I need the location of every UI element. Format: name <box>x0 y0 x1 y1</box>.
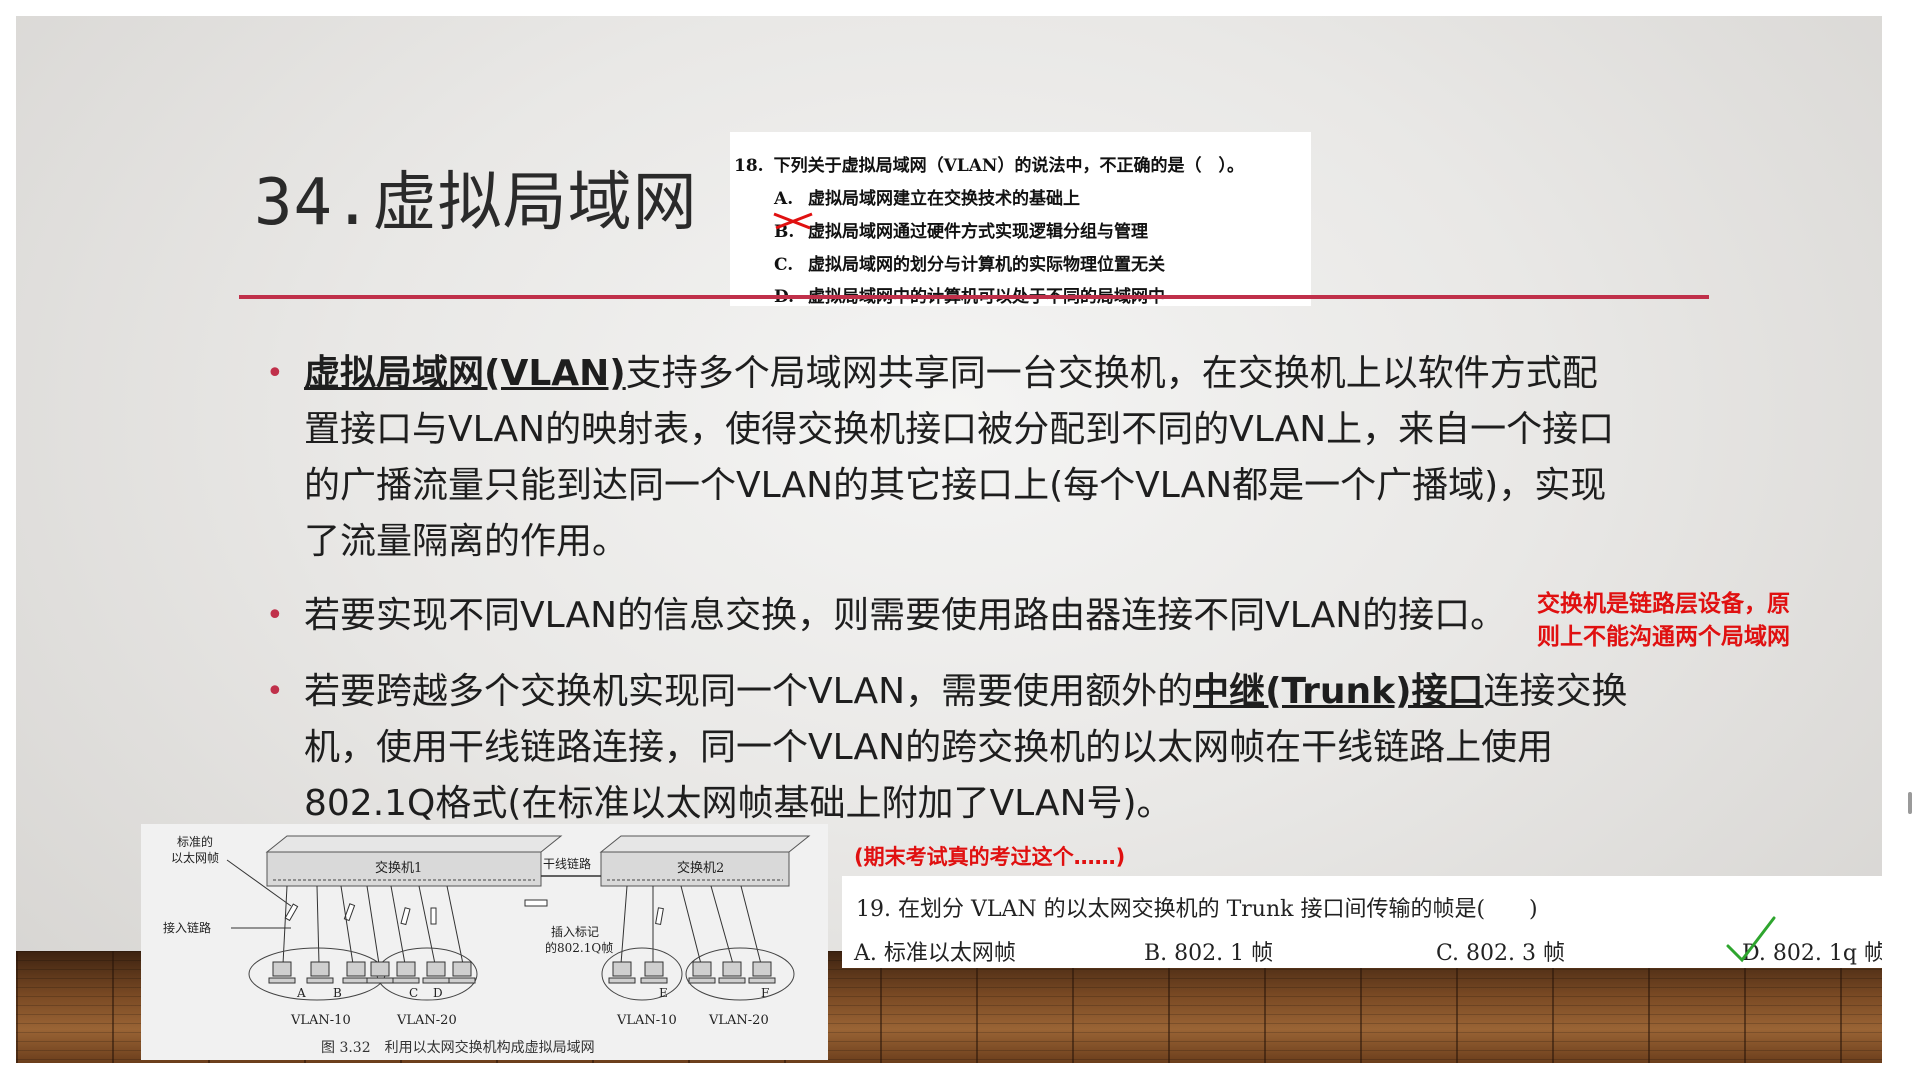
bullet-dot-icon: • <box>266 598 284 633</box>
bullet-vlan-definition: • 虚拟局域网(VLAN)支持多个局域网共享同一台交换机，在交换机上以软件方式配… <box>266 346 1706 570</box>
vlan-label-4: VLAN-20 <box>708 1013 769 1028</box>
title-divider <box>239 295 1709 299</box>
insert-tag-label-2: 的802.1Q帧 <box>545 940 613 955</box>
question-19-option-a: A. 标准以太网帧 <box>854 941 1016 966</box>
host-label-c: C <box>409 986 418 1000</box>
switch-2-top <box>599 835 811 853</box>
std-frame-label-1: 标准的 <box>177 834 213 849</box>
question-18-option-c: C. 虚拟局域网的划分与计算机的实际物理位置无关 <box>774 255 1165 275</box>
slide-title: 34.虚拟局域网 <box>254 166 698 240</box>
switch-1-label: 交换机1 <box>375 860 422 876</box>
bullet-trunk-interface: • 若要跨越多个交换机实现同一个VLAN，需要使用额外的中继(Trunk)接口连… <box>266 664 1706 832</box>
std-frame-label-2: 以太网帧 <box>171 850 219 865</box>
frame-icon <box>655 907 664 925</box>
question-19-option-b: B. 802. 1 帧 <box>1144 941 1274 966</box>
question-18-text: 下列关于虚拟局域网（VLAN）的说法中，不正确的是（ ）。 <box>773 156 1244 176</box>
trunk-link-label: 干线链路 <box>543 856 591 871</box>
access-link-label: 接入链路 <box>163 920 211 935</box>
host-label-d: D <box>433 986 443 1000</box>
switch-2-label: 交换机2 <box>677 860 724 876</box>
tagged-frame-icon <box>524 899 548 907</box>
question-19-option-c: C. 802. 3 帧 <box>1436 941 1566 966</box>
bullet-dot-icon: • <box>266 356 284 391</box>
question-18-option-a: A. 虚拟局域网建立在交换技术的基础上 <box>774 189 1080 209</box>
question-18-number: 18. <box>734 156 764 176</box>
question-19-text: 19. 在划分 VLAN 的以太网交换机的 Trunk 接口间传输的帧是( ) <box>856 897 1538 922</box>
red-cross-mark-icon <box>773 212 813 230</box>
question-18-option-b: B. 虚拟局域网通过硬件方式实现逻辑分组与管理 <box>774 222 1148 242</box>
host-label-b: B <box>333 986 342 1000</box>
host-label-e: E <box>659 986 668 1000</box>
vlan-label-2: VLAN-20 <box>396 1013 457 1028</box>
frame-icon <box>430 907 437 925</box>
vlan-diagram-image: 交换机1 交换机2 干线链路 插入标记 的802.1Q帧 标准的 以太网帧 接入… <box>141 824 828 1060</box>
term-vlan: 虚拟局域网(VLAN) <box>304 353 626 394</box>
host-label-a: A <box>296 986 306 1000</box>
vlan-label-1: VLAN-10 <box>290 1013 351 1028</box>
insert-tag-label-1: 插入标记 <box>551 925 599 939</box>
vlan-label-3: VLAN-10 <box>616 1013 677 1028</box>
diagram-caption: 图 3.32 利用以太网交换机构成虚拟局域网 <box>321 1039 595 1056</box>
computer-icons <box>268 961 776 984</box>
scroll-indicator[interactable] <box>1908 792 1912 814</box>
bullet-router-between-vlans: • 若要实现不同VLAN的信息交换，则需要使用路由器连接不同VLAN的接口。 <box>266 588 1706 644</box>
term-trunk: 中继(Trunk)接口 <box>1193 671 1484 712</box>
exam-note: (期末考试真的考过这个……) <box>854 845 1126 869</box>
slide: 34.虚拟局域网 18. 下列关于虚拟局域网（VLAN）的说法中，不正确的是（ ）… <box>16 16 1882 1063</box>
green-check-icon <box>1726 916 1776 963</box>
switch-layer-note: 交换机是链路层设备，原 则上不能沟通两个局域网 <box>1537 591 1790 650</box>
question-19-image: 19. 在划分 VLAN 的以太网交换机的 Trunk 接口间传输的帧是( ) … <box>842 876 1882 968</box>
vlan-diagram-svg: 交换机1 交换机2 干线链路 插入标记 的802.1Q帧 标准的 以太网帧 接入… <box>163 834 811 1056</box>
frame-icon <box>284 903 299 922</box>
host-label-f: F <box>761 986 769 1000</box>
frame-icon <box>400 907 411 926</box>
switch-1-top <box>265 835 563 853</box>
question-18-image: 18. 下列关于虚拟局域网（VLAN）的说法中，不正确的是（ ）。 A. 虚拟局域网… <box>730 132 1311 307</box>
question-18-stem: 18. 下列关于虚拟局域网（VLAN）的说法中，不正确的是（ ）。 <box>734 151 1244 176</box>
bullet-dot-icon: • <box>266 674 284 709</box>
